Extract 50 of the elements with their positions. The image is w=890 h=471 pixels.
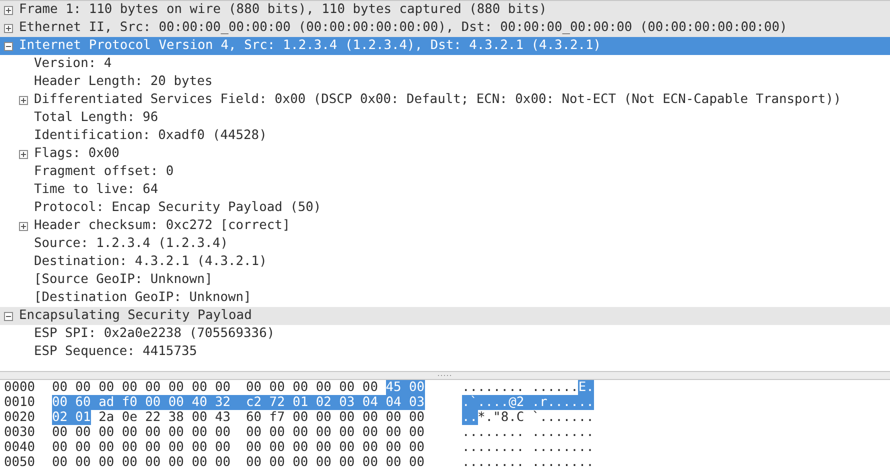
hex-bytes: 00 00 00 00 00 00 00 00 00 00 00 00 00 00 00 00 xyxy=(52,425,425,440)
tree-item-label[interactable]: [Destination GeoIP: Unknown] xyxy=(34,289,252,307)
tree-item-label[interactable]: Header checksum: 0xc272 [correct] xyxy=(34,217,290,235)
tree-item-label[interactable]: Fragment offset: 0 xyxy=(34,163,174,181)
hex-bytes: 45 00 xyxy=(386,380,425,395)
ascii-text: .`....@2 .r...... xyxy=(462,395,594,410)
offset-label: 0010 xyxy=(4,395,36,410)
tree-item-label[interactable]: [Source GeoIP: Unknown] xyxy=(34,271,212,289)
tree-item-label[interactable]: ESP Sequence: 4415735 xyxy=(34,343,197,361)
collapse-icon[interactable] xyxy=(4,312,13,320)
ascii-text: ........ ........ xyxy=(462,440,594,455)
expand-icon[interactable] xyxy=(19,96,28,104)
tree-item-label: Internet Protocol Version 4, Src: 1.2.3.4 (1.2.3.4), Dst: 4.3.2.1 (4.3.2.1) xyxy=(19,37,602,55)
offset-label: 0030 xyxy=(4,425,36,440)
ascii-text: *."8.C `....... xyxy=(478,410,594,425)
hex-bytes: 02 01 xyxy=(52,410,91,425)
collapse-icon[interactable] xyxy=(4,42,13,50)
tree-item-label[interactable]: Protocol: Encap Security Payload (50) xyxy=(34,199,322,217)
tree-item-label[interactable]: Time to live: 64 xyxy=(34,181,158,199)
tree-item-label[interactable]: Header Length: 20 bytes xyxy=(34,73,212,91)
expand-icon[interactable] xyxy=(4,24,13,32)
ascii-text: E. xyxy=(578,380,594,395)
offset-label: 0020 xyxy=(4,410,36,425)
tree-item-label[interactable]: Total Length: 96 xyxy=(34,109,158,127)
ascii-text: ........ ...... xyxy=(462,380,578,395)
hex-bytes: 2a 0e 22 38 00 43 60 f7 00 00 00 00 00 00 xyxy=(98,410,425,425)
tree-item-label[interactable]: Differentiated Services Field: 0x00 (DSCP 0x00: Default; ECN: 0x00: Not-ECT (Not ECN-Capable Transport)) xyxy=(34,91,842,109)
tree-item-label[interactable]: Source: 1.2.3.4 (1.2.3.4) xyxy=(34,235,228,253)
hex-bytes: 00 60 ad f0 00 00 40 32 c2 72 01 02 03 04 04 03 xyxy=(52,395,425,410)
hex-bytes: 00 00 00 00 00 00 00 00 00 00 00 00 00 00 00 00 xyxy=(52,440,425,455)
ascii-text: ........ ........ xyxy=(462,425,594,440)
tree-row[interactable]: Frame 1: 110 bytes on wire (880 bits), 110 bytes captured (880 bits) xyxy=(0,1,890,19)
tree-item-label[interactable]: Flags: 0x00 xyxy=(34,145,120,163)
tree-item-label: Encapsulating Security Payload xyxy=(19,307,252,325)
tree-item-label[interactable]: Destination: 4.3.2.1 (4.3.2.1) xyxy=(34,253,267,271)
tree-item-label[interactable]: Identification: 0xadf0 (44528) xyxy=(34,127,267,145)
ascii-text: .. xyxy=(462,410,478,425)
hex-bytes: 00 00 00 00 00 00 00 00 00 00 00 00 00 00 xyxy=(52,380,379,395)
expand-icon[interactable] xyxy=(19,222,28,230)
offset-label: 0050 xyxy=(4,455,36,470)
tree-row[interactable]: Encapsulating Security Payload xyxy=(0,307,890,325)
tree-item-label[interactable]: ESP SPI: 0x2a0e2238 (705569336) xyxy=(34,325,275,343)
hex-bytes: 00 00 00 00 00 00 00 00 00 00 00 00 00 00 00 00 xyxy=(52,455,425,470)
tree-item-label[interactable]: Version: 4 xyxy=(34,55,112,73)
offset-label: 0040 xyxy=(4,440,36,455)
tree-item-label: Frame 1: 110 bytes on wire (880 bits), 110 bytes captured (880 bits) xyxy=(19,1,547,19)
expand-icon[interactable] xyxy=(19,150,28,158)
expand-icon[interactable] xyxy=(4,6,13,14)
ascii-text: ........ ........ xyxy=(462,455,594,470)
offset-label: 0000 xyxy=(4,380,36,395)
